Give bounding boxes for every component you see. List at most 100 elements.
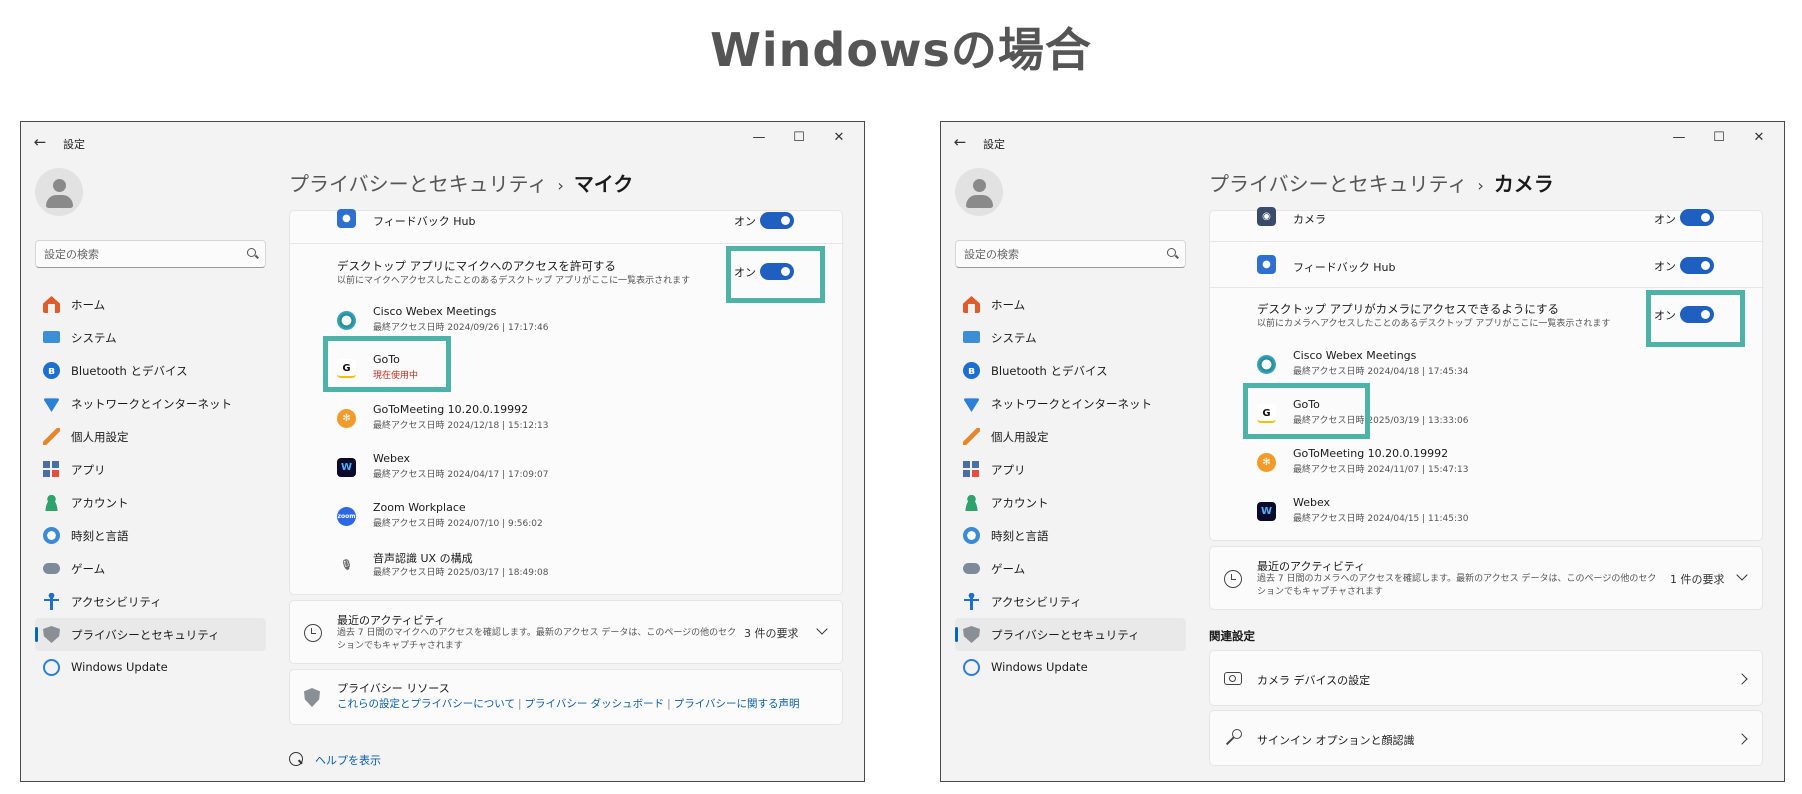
sidebar-item-accessibility[interactable]: アクセシビリティ	[955, 585, 1186, 618]
sidebar-item-label: 個人用設定	[71, 430, 129, 444]
minimize-button[interactable]: —	[744, 127, 774, 149]
help-link[interactable]: ヘルプを表示	[315, 752, 381, 768]
history-icon	[1224, 570, 1242, 588]
sidebar-item-time-language[interactable]: 時刻と言語	[955, 519, 1186, 552]
app-last-access: 最終アクセス日時 2024/04/17 | 17:09:07	[373, 470, 549, 480]
sidebar-item-personalization[interactable]: 個人用設定	[955, 420, 1186, 453]
list-item-camera-app: ◉ カメラ オン	[1210, 207, 1764, 241]
recent-activity-card[interactable]: 最近のアクティビティ 過去 7 日間のカメラへのアクセスを確認します。最新のアク…	[1209, 546, 1763, 610]
breadcrumb-current: マイク	[573, 172, 634, 196]
breadcrumb-parent[interactable]: プライバシーとセキュリティ	[1209, 172, 1467, 196]
chevron-right-icon[interactable]	[1736, 673, 1748, 685]
signin-options-row[interactable]: サインイン オプションと顔認識	[1209, 710, 1763, 766]
list-item-feedback-hub: ● フィードバック Hub オン	[290, 209, 844, 243]
settings-search[interactable]	[35, 240, 266, 268]
camera-device-settings-row[interactable]: カメラ デバイスの設定	[1209, 650, 1763, 706]
search-icon[interactable]	[247, 248, 256, 257]
sidebar-item-privacy[interactable]: プライバシーとセキュリティ	[955, 618, 1186, 651]
back-arrow-icon[interactable]: ←	[31, 133, 49, 151]
sidebar-item-label: ネットワークとインターネット	[991, 397, 1152, 411]
sidebar-item-network[interactable]: ネットワークとインターネット	[35, 387, 266, 420]
back-arrow-icon[interactable]: ←	[951, 133, 969, 151]
close-button[interactable]: ✕	[824, 127, 854, 149]
update-icon	[43, 659, 60, 676]
window-title: 設定	[63, 138, 85, 151]
sidebar-item-bluetooth[interactable]: ʙ Bluetooth とデバイス	[35, 354, 266, 387]
desktop-apps-toggle[interactable]	[1680, 306, 1714, 323]
app-name: GoTo	[373, 353, 400, 366]
privacy-statement-link[interactable]: プライバシーに関する声明	[674, 698, 800, 710]
user-avatar[interactable]	[955, 168, 1003, 216]
recent-activity-card[interactable]: 最近のアクティビティ 過去 7 日間のマイクへのアクセスを確認します。最新のアク…	[289, 600, 843, 664]
sidebar-item-bluetooth[interactable]: ʙ Bluetooth とデバイス	[955, 354, 1186, 387]
chevron-right-icon[interactable]	[1736, 733, 1748, 745]
search-input[interactable]	[44, 246, 234, 262]
sidebar-item-label: アクセシビリティ	[71, 595, 162, 609]
search-input[interactable]	[964, 246, 1154, 262]
sidebar-item-home[interactable]: ホーム	[955, 288, 1186, 321]
breadcrumb-parent[interactable]: プライバシーとセキュリティ	[289, 172, 547, 196]
sidebar-item-time-language[interactable]: 時刻と言語	[35, 519, 266, 552]
sidebar-item-apps[interactable]: アプリ	[35, 453, 266, 486]
sidebar-item-label: Bluetooth とデバイス	[991, 364, 1108, 378]
privacy-about-link[interactable]: これらの設定とプライバシーについて	[337, 698, 515, 710]
minimize-button[interactable]: —	[1664, 127, 1694, 149]
app-name: GoToMeeting 10.20.0.19992	[373, 403, 529, 416]
sidebar-item-windows-update[interactable]: Windows Update	[35, 651, 266, 684]
sidebar-item-gaming[interactable]: ゲーム	[35, 552, 266, 585]
app-name: フィードバック Hub	[1293, 261, 1396, 274]
maximize-button[interactable]: ☐	[1704, 127, 1734, 149]
help-icon	[289, 752, 303, 766]
activity-count: 3 件の要求	[744, 627, 799, 640]
desktop-apps-toggle[interactable]	[760, 263, 794, 280]
sidebar-item-label: システム	[71, 331, 117, 345]
window-title: 設定	[983, 138, 1005, 151]
list-item-feedback-hub: ● フィードバック Hub オン	[1210, 241, 1764, 287]
settings-search[interactable]	[955, 240, 1186, 268]
accessibility-icon	[43, 593, 60, 610]
sidebar-item-gaming[interactable]: ゲーム	[955, 552, 1186, 585]
setting-label: カメラ デバイスの設定	[1257, 674, 1371, 687]
sidebar-item-network[interactable]: ネットワークとインターネット	[955, 387, 1186, 420]
gotomeeting-icon: ✻	[337, 409, 356, 428]
goto-icon: G	[1257, 404, 1276, 423]
sidebar-item-system[interactable]: システム	[35, 321, 266, 354]
sidebar-item-home[interactable]: ホーム	[35, 288, 266, 321]
sidebar-item-accounts[interactable]: アカウント	[955, 486, 1186, 519]
app-name: GoToMeeting 10.20.0.19992	[1293, 447, 1449, 460]
app-last-access: 最終アクセス日時 2024/04/15 | 11:45:30	[1293, 514, 1469, 524]
app-name: Cisco Webex Meetings	[1293, 349, 1417, 362]
camera-app-toggle[interactable]	[1680, 209, 1714, 226]
privacy-dashboard-link[interactable]: プライバシー ダッシュボード	[525, 698, 665, 710]
sidebar-item-windows-update[interactable]: Windows Update	[955, 651, 1186, 684]
user-avatar[interactable]	[35, 168, 83, 216]
search-icon[interactable]	[1167, 248, 1176, 257]
sidebar-item-apps[interactable]: アプリ	[955, 453, 1186, 486]
sidebar-item-privacy[interactable]: プライバシーとセキュリティ	[35, 618, 266, 651]
globe-clock-icon	[963, 527, 980, 544]
chevron-down-icon[interactable]	[1736, 569, 1748, 581]
activity-title: 最近のアクティビティ	[337, 614, 446, 627]
sidebar-item-system[interactable]: システム	[955, 321, 1186, 354]
sidebar-item-label: Windows Update	[71, 660, 168, 674]
app-permission-card: ● フィードバック Hub オン デスクトップ アプリにマイクへのアクセスを許可…	[289, 209, 844, 595]
related-settings-title: 関連設定	[1209, 629, 1255, 643]
feedback-hub-toggle[interactable]	[1680, 257, 1714, 274]
maximize-button[interactable]: ☐	[784, 127, 814, 149]
sidebar-item-accessibility[interactable]: アクセシビリティ	[35, 585, 266, 618]
apps-icon	[43, 461, 60, 478]
bluetooth-icon: ʙ	[963, 362, 980, 379]
sidebar-item-accounts[interactable]: アカウント	[35, 486, 266, 519]
system-icon	[43, 331, 60, 343]
desktop-access-title: デスクトップ アプリにマイクへのアクセスを許可する	[337, 259, 616, 273]
privacy-resources-title: プライバシー リソース	[337, 682, 450, 695]
list-item-app: G GoTo 最終アクセス日時 2025/03/19 | 13:33:06	[1210, 396, 1764, 438]
close-button[interactable]: ✕	[1744, 127, 1774, 149]
breadcrumb-separator: ›	[1477, 176, 1484, 195]
desktop-access-subtitle: 以前にマイクへアクセスしたことのあるデスクトップ アプリがここに一覧表示されます	[337, 276, 691, 286]
sidebar-item-personalization[interactable]: 個人用設定	[35, 420, 266, 453]
feedback-hub-toggle[interactable]	[760, 212, 794, 229]
desktop-apps-access-row: デスクトップ アプリがカメラにアクセスできるようにする 以前にカメラへアクセスし…	[1210, 287, 1764, 345]
chevron-down-icon[interactable]	[816, 623, 828, 635]
goto-icon: G	[337, 359, 356, 378]
